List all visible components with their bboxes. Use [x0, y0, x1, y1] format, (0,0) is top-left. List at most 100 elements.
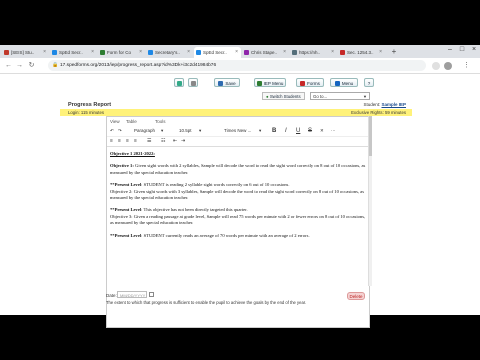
align-center-icon[interactable]: ≡ [118, 137, 121, 146]
page-title: Progress Report [68, 102, 112, 108]
delete-button[interactable]: Delete [347, 292, 365, 300]
browser-tab[interactable]: SpEd Secr.. × [194, 47, 241, 58]
tab-label: [SEIS] Stu.. [11, 50, 35, 55]
favicon-icon [196, 50, 201, 55]
redo-icon[interactable]: ↷ [118, 126, 122, 136]
strikethrough-icon[interactable]: S [308, 126, 312, 136]
font-family-select[interactable]: Times New ... [224, 126, 251, 136]
tab-label: Sec. 1254.3.. [347, 50, 374, 55]
clear-format-icon[interactable]: ✕ [320, 126, 324, 136]
menu-tools[interactable]: Tools [155, 117, 166, 126]
editor-content[interactable]: Objective 1 2021-2022: Objective 1: Give… [110, 151, 366, 239]
undo-icon[interactable]: ↶ [110, 126, 114, 136]
outdent-icon[interactable]: ⇤ [173, 137, 177, 146]
calendar-icon[interactable] [149, 292, 154, 297]
font-size-select[interactable]: 10.5pt [179, 126, 192, 136]
forms-button[interactable]: Forms [296, 78, 324, 87]
left-margin [0, 102, 60, 315]
present-level-3: **Present Level: STUDENT currently reads… [110, 232, 310, 238]
login-info-bar: Login: 115 minutes Exclusive Rights: 59 … [60, 109, 412, 116]
minimize-icon[interactable]: – [444, 46, 456, 53]
url-input[interactable]: 🔒 17.spedforms.org/2013/iep/progress_rep… [48, 60, 426, 71]
objective-2: Objective 2: Given sight words with 3 sy… [110, 188, 365, 201]
close-tab-icon[interactable]: × [331, 47, 334, 58]
favicon-icon [100, 50, 105, 55]
objective-1: Objective 1: Given sight words with 2 sy… [110, 163, 366, 175]
url-text: 17.spedforms.org/2013/iep/progress_repor… [60, 63, 217, 68]
browser-tab[interactable]: Chris Stape.. × [242, 47, 289, 58]
tab-label: Secretary's.. [155, 50, 180, 55]
save-icon [218, 81, 224, 86]
align-justify-icon[interactable]: ≡ [134, 137, 137, 146]
new-tab-button[interactable]: + [389, 47, 399, 57]
tab-label: Form for Co [107, 50, 132, 55]
more-menu-icon[interactable]: ⋮ [462, 61, 471, 70]
menu-table[interactable]: Table [126, 117, 137, 126]
reload-icon[interactable]: ↻ [27, 61, 36, 70]
bullet-list-icon[interactable]: ☰ [147, 137, 151, 146]
back-icon[interactable]: ← [4, 61, 13, 70]
browser-tab[interactable]: SpEd Secr.. × [50, 47, 97, 58]
forms-icon [300, 81, 306, 86]
extension-icon[interactable] [432, 62, 440, 70]
browser-tab[interactable]: Secretary's.. × [146, 47, 193, 58]
browser-tab[interactable]: [SEIS] Stu.. × [2, 47, 49, 58]
tab-label: SpEd Secr.. [203, 50, 227, 55]
home-button[interactable] [174, 78, 184, 87]
scrollbar-thumb[interactable] [369, 116, 372, 156]
right-margin [412, 102, 480, 315]
goto-select[interactable]: Go to... ▼ [310, 92, 370, 100]
underline-icon[interactable]: U [296, 126, 300, 136]
numbered-list-icon[interactable]: ☷ [161, 137, 165, 146]
alignment-toolbar: ≡ ≡ ≡ ≡ ☰ ☷ ⇤ ⇥ [107, 137, 369, 147]
browser-tab-strip: + – □ × [SEIS] Stu.. × SpEd Secr.. × Form fo… [0, 45, 480, 58]
close-tab-icon[interactable]: × [91, 47, 94, 58]
student-name-link[interactable]: Sample IEP [381, 102, 406, 107]
menu-button[interactable]: Menu [330, 78, 358, 87]
chevron-down-icon: ▾ [199, 128, 202, 133]
close-tab-icon[interactable]: × [43, 47, 46, 58]
print-button[interactable] [188, 78, 198, 87]
menu-view[interactable]: View [110, 117, 120, 126]
list-icon [334, 81, 340, 86]
date-label: Date: [106, 293, 117, 298]
forward-icon[interactable]: → [15, 61, 24, 70]
editor-scrollbar[interactable] [368, 116, 372, 286]
browser-tab[interactable]: Sec. 1254.3.. × [338, 47, 385, 58]
close-tab-icon[interactable]: × [187, 47, 190, 58]
favicon-icon [340, 50, 345, 55]
close-tab-icon[interactable]: × [379, 47, 382, 58]
student-info: Student: Sample IEP [363, 102, 406, 107]
menu-icon [256, 81, 262, 86]
close-window-icon[interactable]: × [468, 46, 480, 53]
editor-menubar: View Table Tools [107, 117, 369, 126]
align-right-icon[interactable]: ≡ [126, 137, 129, 146]
login-time: Login: 115 minutes [68, 110, 104, 115]
chevron-down-icon: ▾ [259, 128, 262, 133]
date-input[interactable]: MM/DD/YYYY [117, 291, 147, 298]
align-left-icon[interactable]: ≡ [110, 137, 113, 146]
iep-menu-button[interactable]: IEP Menu [254, 78, 286, 87]
lock-icon: 🔒 [52, 62, 59, 68]
bold-icon[interactable]: B [272, 126, 276, 136]
help-button[interactable]: ? [364, 78, 374, 87]
maximize-icon[interactable]: □ [456, 46, 468, 53]
save-button[interactable]: Save [214, 78, 240, 87]
format-block-select[interactable]: Paragraph [134, 126, 155, 136]
more-icon[interactable]: ⋯ [331, 126, 336, 136]
app-toolbar: Save IEP Menu Forms Menu ? [0, 74, 480, 90]
browser-tab[interactable]: https://nh.. × [290, 47, 337, 58]
favicon-icon [292, 50, 297, 55]
users-icon: ● [266, 94, 269, 99]
tab-label: SpEd Secr.. [59, 50, 83, 55]
profile-avatar-icon[interactable] [444, 62, 452, 70]
progress-note: The extent to which that progress is suf… [106, 300, 307, 305]
close-tab-icon[interactable]: × [139, 47, 142, 58]
close-tab-icon[interactable]: × [235, 47, 238, 58]
switch-students-button[interactable]: ● Switch Students [262, 92, 305, 100]
browser-tab[interactable]: Form for Co × [98, 47, 145, 58]
italic-icon[interactable]: I [285, 126, 287, 136]
favicon-icon [148, 50, 153, 55]
indent-icon[interactable]: ⇥ [181, 137, 185, 146]
close-tab-icon[interactable]: × [283, 47, 286, 58]
